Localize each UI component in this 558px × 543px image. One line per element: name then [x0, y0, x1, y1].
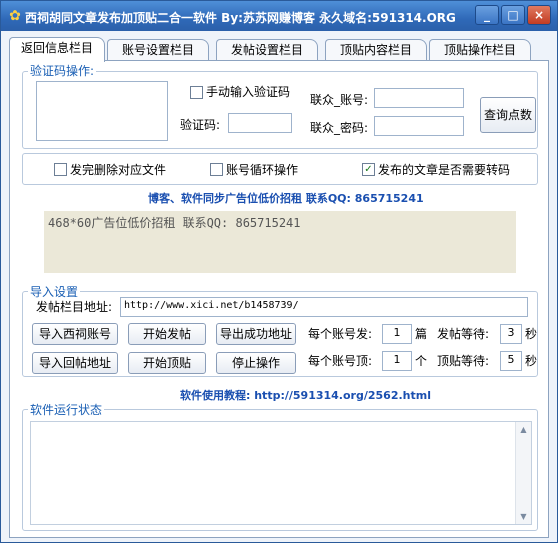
minimize-button[interactable]: _ — [475, 5, 499, 25]
tutorial-link[interactable]: 软件使用教程: http://591314.org/2562.html — [180, 388, 431, 404]
delete-file-checkbox[interactable] — [54, 163, 67, 176]
tab-panel: 验证码操作: 手动输入验证码 验证码: 联众_账号: 联众_密码: 查询点数 发… — [9, 60, 549, 538]
top-wait-unit: 秒 — [525, 354, 538, 368]
captcha-group-title: 验证码操作: — [28, 64, 97, 78]
close-button[interactable]: × — [527, 5, 551, 25]
ad-box[interactable]: 468*60广告位低价招租 联系QQ: 865715241 — [44, 211, 516, 273]
window-title: 西祠胡同文章发布加顶贴二合一软件 By:苏苏网赚博客 永久域名:591314.O… — [25, 11, 456, 25]
lianzhong-account-label: 联众_账号: — [310, 93, 369, 107]
tab-account-settings[interactable]: 账号设置栏目 — [107, 39, 209, 61]
export-success-button[interactable]: 导出成功地址 — [216, 323, 296, 345]
tab-post-settings[interactable]: 发帖设置栏目 — [216, 39, 318, 61]
lianzhong-password-input[interactable] — [374, 116, 464, 136]
per-account-top-label: 每个账号顶: — [308, 354, 373, 368]
import-group-title: 导入设置 — [28, 285, 81, 299]
import-accounts-button[interactable]: 导入西祠账号 — [32, 323, 118, 345]
tab-bar: 返回信息栏目 账号设置栏目 发帖设置栏目 顶贴内容栏目 顶贴操作栏目 — [9, 37, 549, 62]
loop-accounts-label: 账号循环操作 — [226, 163, 299, 177]
tab-return-info[interactable]: 返回信息栏目 — [9, 37, 105, 62]
transcode-checkbox[interactable]: ✓ — [362, 163, 375, 176]
loop-accounts-checkbox[interactable] — [210, 163, 223, 176]
manual-captcha-label: 手动输入验证码 — [206, 85, 291, 99]
stop-button[interactable]: 停止操作 — [216, 352, 296, 374]
delete-file-label: 发完删除对应文件 — [70, 163, 167, 177]
captcha-code-input[interactable] — [228, 113, 292, 133]
scroll-down-arrow-icon[interactable]: ▼ — [516, 509, 531, 524]
status-log-scrollbar[interactable]: ▲ ▼ — [515, 422, 531, 524]
scroll-up-arrow-icon[interactable]: ▲ — [516, 422, 531, 437]
status-log-area[interactable]: ▲ ▼ — [30, 421, 532, 525]
ad-box-text: 468*60广告位低价招租 联系QQ: 865715241 — [48, 216, 301, 230]
per-account-top-input[interactable]: 1 — [382, 351, 412, 371]
per-account-top-unit: 个 — [415, 354, 428, 368]
app-icon: ✿ — [9, 8, 21, 24]
tab-top-content[interactable]: 顶贴内容栏目 — [325, 39, 427, 61]
maximize-button[interactable]: □ — [501, 5, 525, 25]
top-wait-input[interactable]: 5 — [500, 351, 522, 371]
start-post-button[interactable]: 开始发帖 — [128, 323, 206, 345]
status-group-title: 软件运行状态 — [28, 403, 105, 417]
lianzhong-password-label: 联众_密码: — [310, 121, 369, 135]
captcha-code-label: 验证码: — [180, 118, 221, 132]
post-wait-input[interactable]: 3 — [500, 324, 522, 344]
transcode-label: 发布的文章是否需要转码 — [378, 163, 511, 177]
per-account-post-unit: 篇 — [415, 327, 428, 341]
ad-banner-text: 博客、软件同步广告位低价招租 联系QQ: 865715241 — [148, 192, 424, 205]
per-account-post-input[interactable]: 1 — [382, 324, 412, 344]
query-points-button[interactable]: 查询点数 — [480, 97, 536, 133]
post-wait-unit: 秒 — [525, 327, 538, 341]
start-top-button[interactable]: 开始顶贴 — [128, 352, 206, 374]
post-url-input[interactable]: http://www.xici.net/b1458739/ — [120, 297, 528, 317]
lianzhong-account-input[interactable] — [374, 88, 464, 108]
tab-top-operation[interactable]: 顶贴操作栏目 — [429, 39, 531, 61]
top-wait-label: 顶贴等待: — [437, 354, 490, 368]
captcha-image-box — [36, 81, 168, 141]
post-url-label: 发帖栏目地址: — [36, 300, 113, 314]
post-wait-label: 发帖等待: — [437, 327, 490, 341]
title-bar[interactable]: ✿ 西祠胡同文章发布加顶贴二合一软件 By:苏苏网赚博客 永久域名:591314… — [1, 1, 557, 31]
import-reply-urls-button[interactable]: 导入回帖地址 — [32, 352, 118, 374]
app-window: ✿ 西祠胡同文章发布加顶贴二合一软件 By:苏苏网赚博客 永久域名:591314… — [0, 0, 558, 543]
manual-captcha-checkbox[interactable] — [190, 86, 203, 99]
per-account-post-label: 每个账号发: — [308, 327, 373, 341]
